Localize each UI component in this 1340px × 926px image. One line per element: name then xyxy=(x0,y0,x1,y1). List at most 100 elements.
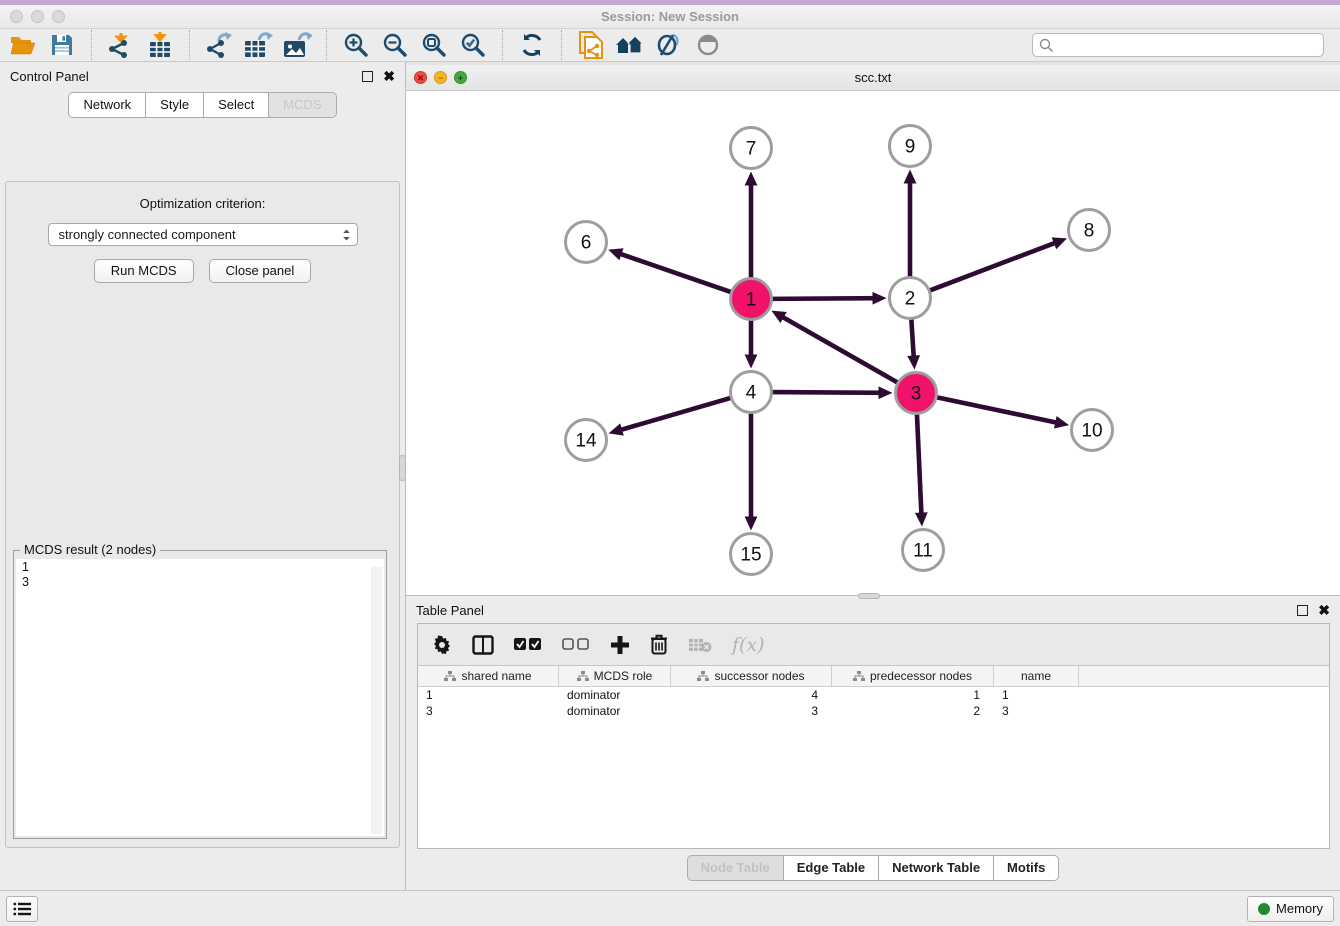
cell-shared-name[interactable]: 1 xyxy=(418,687,559,703)
split-table-button[interactable] xyxy=(472,635,494,655)
fit-content-icon xyxy=(421,32,447,58)
float-panel-icon[interactable] xyxy=(362,71,373,82)
arrowhead-2-8 xyxy=(1052,237,1067,249)
cell-MCDS-role[interactable]: dominator xyxy=(559,687,671,703)
tab-network-table[interactable]: Network Table xyxy=(878,855,993,881)
edge-2-8[interactable] xyxy=(927,242,1058,292)
float-table-panel-icon[interactable] xyxy=(1297,605,1308,616)
table-toolbar: f(x) xyxy=(418,624,1329,666)
tab-network[interactable]: Network xyxy=(68,92,145,118)
tab-style[interactable]: Style xyxy=(145,92,203,118)
add-column-button[interactable] xyxy=(610,635,630,655)
fit-content-button[interactable] xyxy=(419,31,449,59)
criterion-select[interactable]: strongly connected component xyxy=(48,223,358,246)
status-bar: Memory xyxy=(0,890,1340,926)
node-label-10: 10 xyxy=(1081,421,1102,442)
cell-successor-nodes[interactable]: 3 xyxy=(671,703,832,719)
column-settings-button[interactable] xyxy=(432,635,452,655)
column-header-shared-name[interactable]: shared name xyxy=(418,666,559,686)
edge-1-2[interactable] xyxy=(769,298,877,299)
arrowhead-1-6 xyxy=(608,248,623,260)
memory-status-icon xyxy=(1258,903,1270,915)
zoom-selected-button[interactable] xyxy=(458,31,488,59)
close-table-panel-icon[interactable]: ✖ xyxy=(1318,603,1330,617)
memory-label: Memory xyxy=(1276,901,1323,916)
delete-columns-button[interactable] xyxy=(650,634,668,655)
run-mcds-button[interactable]: Run MCDS xyxy=(94,259,194,283)
column-header-predecessor-nodes[interactable]: predecessor nodes xyxy=(832,666,994,686)
network-title: scc.txt xyxy=(406,70,1340,85)
maximize-network-button[interactable]: + xyxy=(454,71,467,84)
cell-successor-nodes[interactable]: 4 xyxy=(671,687,832,703)
apply-layout-button[interactable] xyxy=(517,31,547,59)
minimize-network-button[interactable]: − xyxy=(434,71,447,84)
cell-shared-name[interactable]: 3 xyxy=(418,703,559,719)
column-header-MCDS-role[interactable]: MCDS role xyxy=(559,666,671,686)
mcds-result-text[interactable]: 1 3 xyxy=(16,559,384,836)
titlebar: Session: New Session xyxy=(0,5,1340,29)
import-network-button[interactable] xyxy=(106,31,136,59)
task-history-button[interactable] xyxy=(6,896,38,922)
close-network-button[interactable]: ✕ xyxy=(414,71,427,84)
right-side: ✕ − + scc.txt 7968124314101511 Table Pan… xyxy=(406,62,1340,890)
control-panel: Control Panel ✖ Network Style Select MCD… xyxy=(0,62,406,890)
window-title: Session: New Session xyxy=(0,9,1340,24)
memory-button[interactable]: Memory xyxy=(1247,896,1334,922)
network-canvas[interactable]: 7968124314101511 xyxy=(406,91,1340,595)
result-scrollbar[interactable] xyxy=(371,567,382,834)
cell-predecessor-nodes[interactable]: 1 xyxy=(832,687,994,703)
horizontal-splitter-handle[interactable] xyxy=(858,593,880,599)
network-window: ✕ − + scc.txt 7968124314101511 xyxy=(406,65,1340,596)
mcds-app-button[interactable] xyxy=(576,31,606,59)
delete-table-button[interactable] xyxy=(688,637,712,653)
import-table-icon xyxy=(147,32,173,58)
network-graph[interactable]: 7968124314101511 xyxy=(406,91,1340,595)
network-window-controls: ✕ − + xyxy=(414,71,467,84)
column-header-successor-nodes[interactable]: successor nodes xyxy=(671,666,832,686)
zoom-out-button[interactable] xyxy=(380,31,410,59)
export-image-button[interactable] xyxy=(282,31,312,59)
unselect-all-columns-button[interactable] xyxy=(562,638,590,652)
export-table-button[interactable] xyxy=(243,31,273,59)
show-all-button[interactable] xyxy=(693,31,723,59)
arrowhead-4-14 xyxy=(609,423,624,435)
arrowhead-1-7 xyxy=(745,172,758,186)
tab-select[interactable]: Select xyxy=(203,92,268,118)
table-row-1[interactable]: 3dominator323 xyxy=(418,703,1329,719)
edge-2-3[interactable] xyxy=(911,316,914,360)
close-panel-button[interactable]: Close panel xyxy=(209,259,312,283)
tab-edge-table[interactable]: Edge Table xyxy=(783,855,878,881)
edge-3-10[interactable] xyxy=(934,397,1060,424)
toolbar-separator xyxy=(326,30,327,60)
edge-4-3[interactable] xyxy=(769,392,883,393)
cell-predecessor-nodes[interactable]: 2 xyxy=(832,703,994,719)
close-panel-icon[interactable]: ✖ xyxy=(383,69,395,83)
select-all-columns-button[interactable] xyxy=(514,638,542,652)
save-session-button[interactable] xyxy=(47,31,77,59)
edge-1-6[interactable] xyxy=(617,253,734,293)
tab-motifs[interactable]: Motifs xyxy=(993,855,1059,881)
vertical-splitter-handle[interactable] xyxy=(399,455,406,481)
column-header-name[interactable]: name xyxy=(994,666,1079,686)
cell-name[interactable]: 3 xyxy=(994,703,1079,719)
open-session-button[interactable] xyxy=(8,31,38,59)
export-network-button[interactable] xyxy=(204,31,234,59)
cell-name[interactable]: 1 xyxy=(994,687,1079,703)
cell-MCDS-role[interactable]: dominator xyxy=(559,703,671,719)
edge-3-1[interactable] xyxy=(779,315,900,384)
tab-mcds[interactable]: MCDS xyxy=(268,92,336,118)
zoom-in-button[interactable] xyxy=(341,31,371,59)
houses-icon xyxy=(615,33,645,57)
node-label-2: 2 xyxy=(905,289,916,310)
edge-3-11[interactable] xyxy=(917,411,922,517)
table-row-0[interactable]: 1dominator411 xyxy=(418,687,1329,703)
first-neighbors-button[interactable] xyxy=(615,31,645,59)
hide-selected-button[interactable] xyxy=(654,31,684,59)
function-builder-button[interactable]: f(x) xyxy=(732,634,765,656)
import-table-button[interactable] xyxy=(145,31,175,59)
search-field[interactable] xyxy=(1032,33,1324,57)
tab-node-table[interactable]: Node Table xyxy=(687,855,783,881)
edge-4-14[interactable] xyxy=(617,397,733,431)
search-input[interactable] xyxy=(1054,38,1317,52)
table-panel-title: Table Panel xyxy=(416,603,484,618)
